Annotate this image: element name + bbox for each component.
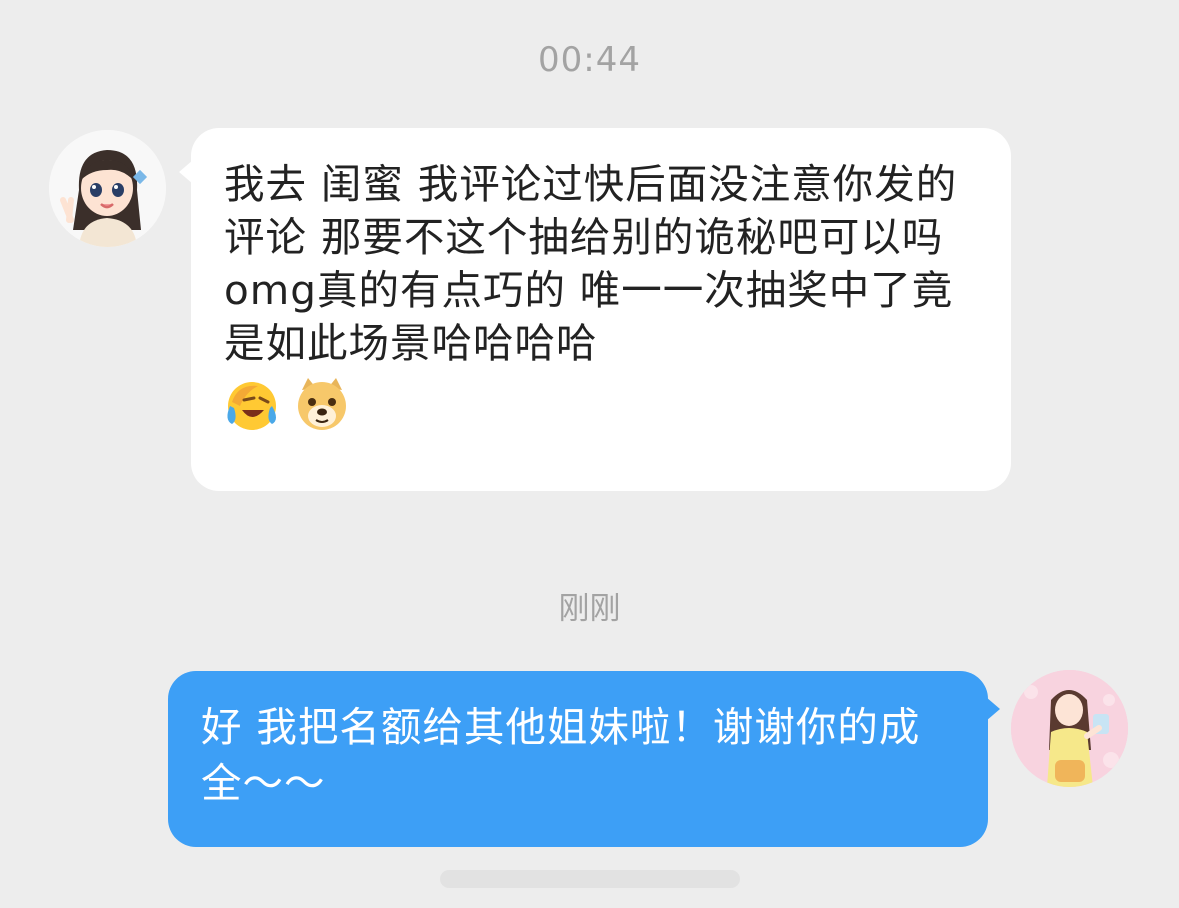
incoming-message-text: 我去 闺蜜 我评论过快后面没注意你发的评论 那要不这个抽给别的诡秘吧可以吗 om…: [224, 160, 958, 367]
user-avatar[interactable]: [1011, 670, 1128, 787]
laughing-tears-emoji: [227, 382, 276, 430]
cartoon-girl-avatar: [49, 130, 166, 247]
outgoing-message-text: 好 我把名额给其他姐妹啦！谢谢你的成全～～: [201, 703, 921, 807]
doge-emoji: [298, 378, 346, 430]
watermark-blur: [440, 870, 740, 888]
illustrated-girl-avatar: [1011, 670, 1128, 787]
outgoing-message-bubble[interactable]: 好 我把名额给其他姐妹啦！谢谢你的成全～～: [168, 671, 1000, 847]
timestamp: 刚刚: [558, 591, 621, 627]
emoji-row: [224, 376, 971, 432]
sender-avatar[interactable]: [49, 130, 166, 247]
timestamp: 00:44: [538, 40, 641, 80]
incoming-message-bubble[interactable]: 我去 闺蜜 我评论过快后面没注意你发的评论 那要不这个抽给别的诡秘吧可以吗 om…: [179, 128, 1011, 491]
